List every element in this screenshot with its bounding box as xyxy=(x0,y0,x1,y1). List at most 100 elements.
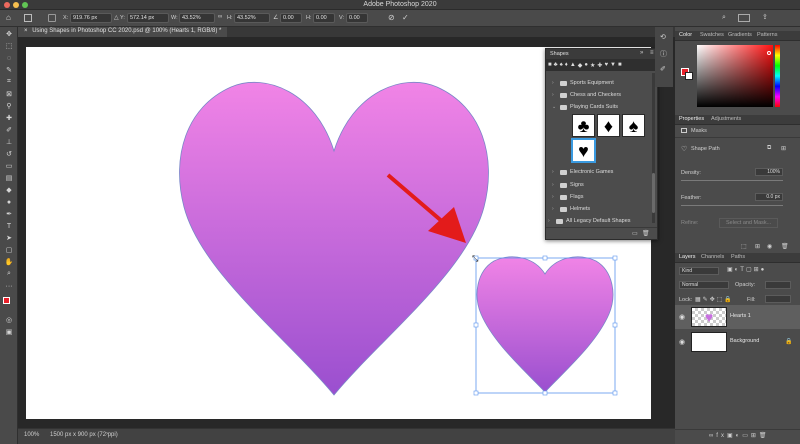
opacity-field[interactable] xyxy=(765,281,791,289)
more-tools-icon[interactable]: ··· xyxy=(4,281,14,291)
shape-group-electronic-games[interactable]: › Electronic Games xyxy=(552,167,613,177)
chevron-right-icon[interactable]: › xyxy=(552,169,557,175)
handle-bottom-center[interactable] xyxy=(542,390,548,396)
color-picker-field[interactable] xyxy=(697,45,773,107)
eye-icon[interactable]: ◉ xyxy=(679,338,685,346)
spade-shape-thumbnail[interactable]: ♠ xyxy=(622,114,645,137)
type-tool-icon[interactable]: T xyxy=(4,221,14,231)
tab-adjustments[interactable]: Adjustments xyxy=(711,116,741,122)
shape-group-signs[interactable]: › Signs xyxy=(552,180,584,190)
width-field[interactable]: 43.52% xyxy=(179,13,215,23)
shapes-scrollbar-thumb[interactable] xyxy=(652,173,655,213)
document-tab[interactable]: × Using Shapes in Photoshop CC 2020.psd … xyxy=(18,27,228,37)
frame-tool-icon[interactable]: ⊠ xyxy=(4,89,14,99)
layer-thumbnail[interactable] xyxy=(691,332,727,352)
strip-shape-icon[interactable]: ▼ xyxy=(610,62,616,68)
quick-mask-icon[interactable]: ◎ xyxy=(4,315,14,325)
brush-settings-icon[interactable]: ✐ xyxy=(660,65,666,73)
tab-patterns[interactable]: Patterns xyxy=(757,32,777,38)
path-select-icon[interactable]: ➤ xyxy=(4,233,14,243)
eye-icon[interactable]: ◉ xyxy=(679,313,685,321)
color-picker-marker[interactable] xyxy=(767,51,771,55)
workspace-icon[interactable] xyxy=(738,14,750,22)
handle-top-right[interactable] xyxy=(612,255,618,261)
marquee-tool-icon[interactable]: ⬚ xyxy=(4,41,14,51)
shape-group-legacy[interactable]: › All Legacy Default Shapes xyxy=(548,216,631,226)
commit-transform-icon[interactable]: ✓ xyxy=(402,13,409,22)
height-field[interactable]: 43.52% xyxy=(234,13,270,23)
crop-tool-icon[interactable]: ⌗ xyxy=(4,77,14,87)
strip-shape-icon[interactable]: ◆ xyxy=(578,62,583,69)
strip-shape-icon[interactable]: ♠ xyxy=(560,62,563,68)
handle-bottom-left[interactable] xyxy=(473,390,479,396)
handle-middle-right[interactable] xyxy=(612,322,618,328)
trash-icon[interactable]: 🗑 xyxy=(781,243,789,250)
tab-swatches[interactable]: Swatches xyxy=(700,32,724,38)
layers-footer-icons[interactable]: ∞fx▣◐▭⊞🗑 xyxy=(709,432,770,439)
shape-tool-icon[interactable]: ▢ xyxy=(4,245,14,255)
handle-bottom-right[interactable] xyxy=(612,390,618,396)
layer-name[interactable]: Hearts 1 xyxy=(730,313,751,319)
quick-select-tool-icon[interactable]: ✎ xyxy=(4,65,14,75)
selection-icon[interactable]: ⬚ xyxy=(741,243,747,250)
add-mask-icon[interactable]: ⊞ xyxy=(781,145,786,152)
move-tool-icon[interactable]: ✥ xyxy=(4,29,14,39)
color-background-swatch[interactable] xyxy=(685,72,693,80)
strip-shape-icon[interactable]: ■ xyxy=(618,62,622,68)
feather-slider[interactable] xyxy=(681,205,783,206)
eyedropper-tool-icon[interactable]: ⚲ xyxy=(4,101,14,111)
eraser-tool-icon[interactable]: ▭ xyxy=(4,161,14,171)
lock-icons[interactable]: ▦✎✥⬚🔒 xyxy=(695,296,734,303)
pen-tool-icon[interactable]: ✒ xyxy=(4,209,14,219)
strip-shape-icon[interactable]: ♣ xyxy=(554,62,558,68)
tab-gradients[interactable]: Gradients xyxy=(728,32,752,38)
strip-shape-icon[interactable]: ♥ xyxy=(604,62,608,68)
density-field[interactable]: 100% xyxy=(755,168,783,176)
layer-thumbnail[interactable]: ♥ xyxy=(691,307,727,327)
chevron-down-icon[interactable]: ⌄ xyxy=(552,104,557,110)
feather-field[interactable]: 0.0 px xyxy=(755,193,783,201)
shape-group-sports-equipment[interactable]: › Sports Equipment xyxy=(552,78,614,88)
tab-channels[interactable]: Channels xyxy=(701,254,724,260)
cancel-transform-icon[interactable]: ⊘ xyxy=(388,13,395,22)
diamond-shape-thumbnail[interactable]: ♦ xyxy=(597,114,620,137)
collapse-panel-icon[interactable]: » xyxy=(640,50,643,56)
chevron-right-icon[interactable]: › xyxy=(548,218,553,224)
handle-top-center[interactable] xyxy=(542,255,548,261)
density-slider[interactable] xyxy=(681,180,783,181)
y-field[interactable]: 572.14 px xyxy=(127,13,169,23)
layer-row-background[interactable]: ◉ Background 🔒 xyxy=(675,330,800,354)
reference-point-toggle[interactable] xyxy=(48,14,56,22)
handle-middle-left[interactable] xyxy=(473,322,479,328)
club-shape-thumbnail[interactable]: ♣ xyxy=(572,114,595,137)
chevron-right-icon[interactable]: › xyxy=(552,80,557,86)
tab-paths[interactable]: Paths xyxy=(731,254,745,260)
layer-name[interactable]: Background xyxy=(730,338,759,344)
status-menu-icon[interactable]: › xyxy=(106,431,108,437)
tab-layers[interactable]: Layers xyxy=(679,254,696,260)
layer-row-hearts[interactable]: ◉ ♥ Hearts 1 xyxy=(675,305,800,329)
close-tab-icon[interactable]: × xyxy=(24,28,28,34)
blend-mode-select[interactable]: Normal xyxy=(679,281,729,289)
chevron-right-icon[interactable]: › xyxy=(552,92,557,98)
delete-icon[interactable]: 🗑 xyxy=(642,230,650,237)
reference-point-icon[interactable] xyxy=(24,14,32,22)
link-icon[interactable]: ∞ xyxy=(218,14,222,20)
dodge-tool-icon[interactable]: ● xyxy=(4,197,14,207)
strip-shape-icon[interactable]: ■ xyxy=(548,62,552,68)
clone-stamp-icon[interactable]: ⊥ xyxy=(4,137,14,147)
shape-group-playing-cards[interactable]: ⌄ Playing Cards Suits xyxy=(552,102,618,112)
grid-icon[interactable]: ⊞ xyxy=(755,243,760,250)
history-icon[interactable]: ⟲ xyxy=(660,33,666,41)
share-icon[interactable]: ⇪ xyxy=(762,13,768,21)
chevron-right-icon[interactable]: › xyxy=(552,206,557,212)
shapes-panel-title[interactable]: Shapes xyxy=(550,51,569,57)
foreground-color-swatch[interactable] xyxy=(3,297,10,304)
lasso-tool-icon[interactable]: ◌ xyxy=(4,53,14,63)
panel-menu-icon[interactable]: ≡ xyxy=(650,50,654,56)
zoom-level[interactable]: 100% xyxy=(24,432,39,438)
hand-tool-icon[interactable]: ✋ xyxy=(4,257,14,267)
strip-shape-icon[interactable]: ★ xyxy=(590,62,595,69)
hue-slider[interactable] xyxy=(775,45,780,107)
history-brush-icon[interactable]: ↺ xyxy=(4,149,14,159)
